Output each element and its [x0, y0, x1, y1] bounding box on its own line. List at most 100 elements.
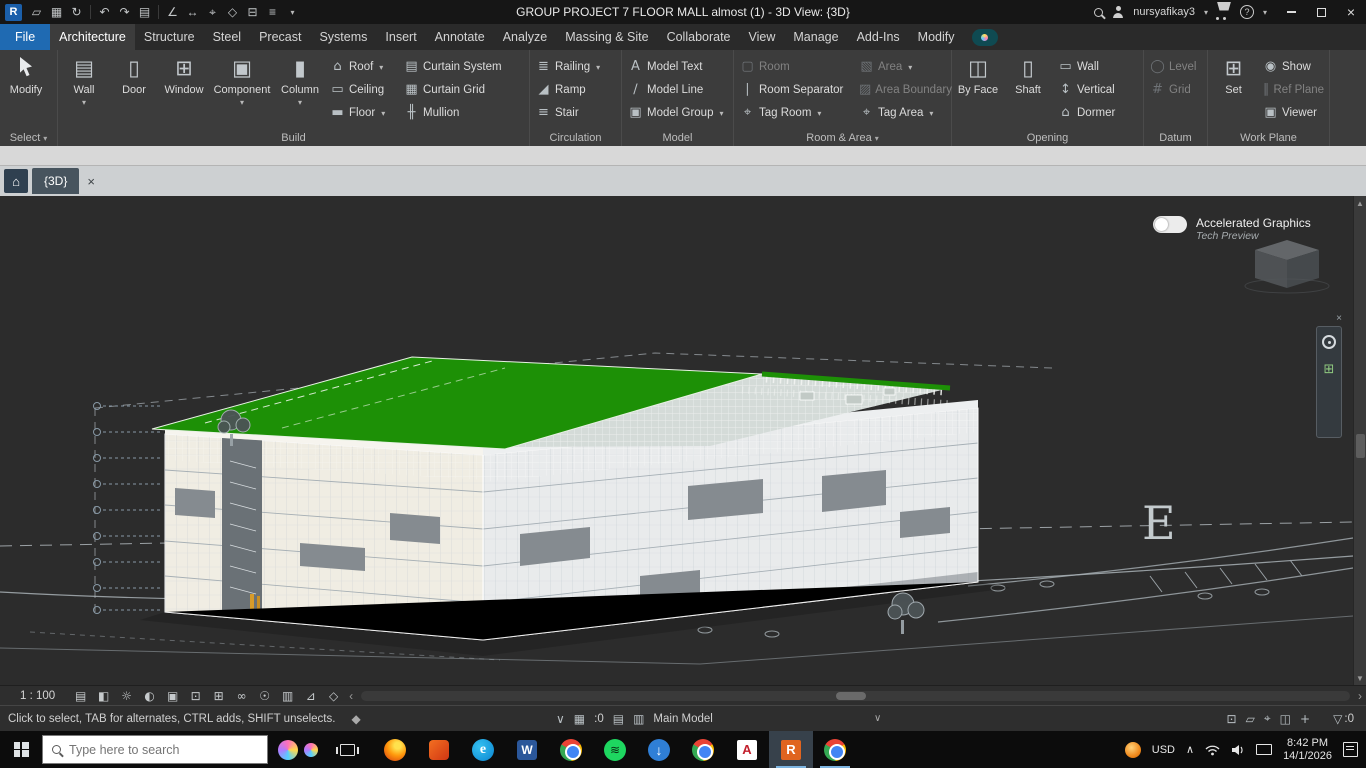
redo-icon[interactable]: ↷: [115, 3, 134, 22]
tab-annotate[interactable]: Annotate: [426, 24, 494, 50]
taskbar-app-chrome-3[interactable]: [813, 731, 857, 768]
rendering-icon[interactable]: ▣: [161, 687, 184, 705]
tab-structure[interactable]: Structure: [135, 24, 204, 50]
cart-icon[interactable]: [1217, 5, 1231, 20]
accelerated-graphics-toggle[interactable]: [1153, 216, 1187, 233]
roof-button[interactable]: ⌂Roof: [327, 55, 397, 78]
room-separator-button[interactable]: ∣Room Separator: [737, 78, 852, 101]
tab-steel[interactable]: Steel: [204, 24, 251, 50]
tab-collaborate[interactable]: Collaborate: [658, 24, 740, 50]
set-button[interactable]: ⊞Set: [1211, 52, 1256, 124]
steering-wheel-icon[interactable]: [1322, 335, 1336, 349]
close-navbar-icon[interactable]: ×: [1316, 314, 1344, 324]
hidden-icons-chevron[interactable]: ∧: [1186, 743, 1194, 756]
taskbar-app-revit[interactable]: R: [769, 731, 813, 768]
vertical-opening-button[interactable]: ↕Vertical: [1055, 78, 1135, 101]
taskbar-app-edge[interactable]: e: [461, 731, 505, 768]
reveal-hidden-icon[interactable]: ☉: [253, 687, 276, 705]
crop-view-icon[interactable]: ⊡: [184, 687, 207, 705]
scroll-down-icon[interactable]: ▼: [1356, 671, 1364, 685]
chevron-down-icon[interactable]: ∨: [556, 712, 565, 726]
model-group-button[interactable]: ▣Model Group: [625, 101, 727, 124]
taskbar-app-downloads[interactable]: ↓: [637, 731, 681, 768]
volume-icon[interactable]: [1231, 744, 1245, 756]
taskbar-app-word[interactable]: W: [505, 731, 549, 768]
view-scale-button[interactable]: 1 : 100: [20, 690, 55, 702]
viewcube[interactable]: [1243, 232, 1331, 301]
modify-button[interactable]: Modify: [3, 52, 49, 124]
search-icon[interactable]: [1094, 8, 1103, 17]
model-text-button[interactable]: AModel Text: [625, 55, 727, 78]
column-button[interactable]: ▮Column: [277, 52, 323, 124]
sun-path-icon[interactable]: ☼: [115, 687, 138, 705]
dormer-button[interactable]: ⌂Dormer: [1055, 101, 1135, 124]
drawing-area[interactable]: Accelerated Graphics Tech Preview E × ⊞: [0, 196, 1366, 685]
maximize-button[interactable]: [1306, 0, 1336, 24]
worksets-icon[interactable]: ▦: [574, 712, 585, 726]
taskbar-app-chrome-2[interactable]: [681, 731, 725, 768]
chevron-down-icon[interactable]: [1204, 6, 1208, 18]
close-view-icon[interactable]: ×: [87, 174, 95, 189]
by-face-button[interactable]: ◫By Face: [955, 52, 1001, 124]
clock[interactable]: 8:42 PM 14/1/2026: [1283, 737, 1332, 763]
elevation-marker[interactable]: E: [1142, 496, 1176, 550]
3d-view-icon[interactable]: ◇: [223, 3, 242, 22]
print-icon[interactable]: ▤: [135, 3, 154, 22]
scroll-up-icon[interactable]: ▲: [1356, 196, 1364, 210]
crop-region-icon[interactable]: ⊞: [207, 687, 230, 705]
revit-logo-icon[interactable]: R: [5, 4, 22, 21]
open-icon[interactable]: ▱: [27, 3, 46, 22]
thin-lines-icon[interactable]: ≡: [263, 3, 282, 22]
curtain-system-button[interactable]: ▤Curtain System: [401, 55, 507, 78]
home-icon[interactable]: ⌂: [4, 169, 28, 193]
tab-add-ins[interactable]: Add-Ins: [848, 24, 909, 50]
notification-center-icon[interactable]: [1343, 742, 1358, 757]
tag-area-button[interactable]: ⌖Tag Area: [856, 101, 948, 124]
horizontal-scroll-thumb[interactable]: [836, 692, 866, 700]
taskbar-app-orange[interactable]: [417, 731, 461, 768]
undo-icon[interactable]: ↶: [95, 3, 114, 22]
wall-opening-button[interactable]: ▭Wall: [1055, 55, 1135, 78]
help-icon[interactable]: ?: [1240, 5, 1254, 19]
select-links-icon[interactable]: ⊡: [1227, 712, 1237, 726]
sync-icon[interactable]: ↻: [67, 3, 86, 22]
stair-button[interactable]: ≡Stair: [533, 101, 603, 124]
close-button[interactable]: ×: [1336, 0, 1366, 24]
taskbar-app-spotify[interactable]: ≋: [593, 731, 637, 768]
wall-button[interactable]: ▤Wall: [61, 52, 107, 124]
component-button[interactable]: ▣Component: [211, 52, 273, 124]
scroll-left-icon[interactable]: ‹: [345, 689, 357, 703]
hide-isolate-icon[interactable]: ∞: [230, 687, 253, 705]
select-pinned-icon[interactable]: ⌖: [1264, 711, 1271, 726]
tag-room-button[interactable]: ⌖Tag Room: [737, 101, 852, 124]
taskbar-app-autocad[interactable]: A: [725, 731, 769, 768]
news-widget-icon[interactable]: [1125, 742, 1141, 758]
mullion-button[interactable]: ╫Mullion: [401, 101, 507, 124]
username[interactable]: nursyafikay3: [1133, 6, 1195, 18]
sparkle-icon[interactable]: [304, 743, 318, 757]
select-underlay-icon[interactable]: ▱: [1246, 712, 1255, 726]
window-button[interactable]: ⊞Window: [161, 52, 207, 124]
detail-level-icon[interactable]: ▤: [69, 687, 92, 705]
tab-insert[interactable]: Insert: [376, 24, 425, 50]
active-design-option[interactable]: Main Model: [653, 713, 712, 725]
assistant-icon[interactable]: [972, 29, 998, 46]
dimension-icon[interactable]: ↔: [183, 3, 202, 22]
selection-filter[interactable]: ▽ :0: [1333, 712, 1354, 726]
tab-file[interactable]: File: [0, 24, 50, 50]
tab-modify[interactable]: Modify: [909, 24, 964, 50]
ramp-button[interactable]: ◢Ramp: [533, 78, 603, 101]
visual-style-icon[interactable]: ◧: [92, 687, 115, 705]
horizontal-scrollbar[interactable]: [361, 691, 1350, 701]
panel-label-room-area[interactable]: Room & Area: [734, 129, 951, 146]
vertical-scroll-thumb[interactable]: [1356, 434, 1365, 458]
search-input[interactable]: [69, 743, 229, 757]
analytical-model-icon[interactable]: ⊿: [299, 687, 322, 705]
displacement-icon[interactable]: ◇: [322, 687, 345, 705]
panel-label-select[interactable]: Select: [0, 129, 57, 146]
customize-qat-icon[interactable]: [283, 3, 302, 22]
chevron-down-icon[interactable]: [1263, 6, 1267, 18]
show-button[interactable]: ◉Show: [1260, 55, 1326, 78]
shaft-button[interactable]: ▯Shaft: [1005, 52, 1051, 124]
taskbar-search[interactable]: [42, 735, 268, 764]
